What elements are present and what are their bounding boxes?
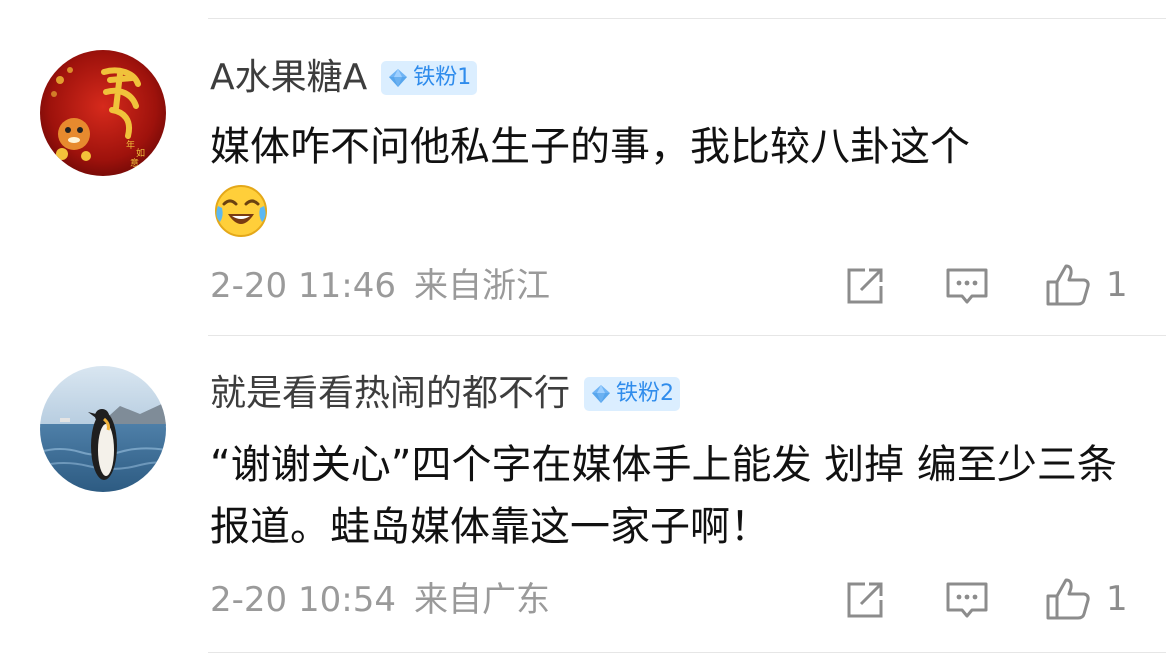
- avatar-new-year-image: 年 如 意: [40, 50, 166, 176]
- like-count: 1: [1106, 265, 1128, 305]
- comment-location: 来自浙江: [413, 266, 550, 306]
- avatar[interactable]: [40, 366, 166, 492]
- badge-label: 铁粉2: [616, 381, 675, 406]
- username[interactable]: A水果糖A: [210, 56, 367, 100]
- badge-label: 铁粉1: [413, 65, 472, 90]
- comment-icon: [946, 268, 988, 304]
- diamond-icon: [592, 385, 611, 403]
- fan-badge[interactable]: 铁粉2: [584, 377, 681, 411]
- laugh-cry-emoji: [212, 182, 270, 244]
- svg-text:如: 如: [136, 147, 145, 159]
- reply-button[interactable]: [944, 264, 990, 308]
- avatar-penguin-image: [40, 366, 166, 492]
- comment-body: “谢谢关心”四个字在媒体手上能发 划掉 编至少三条报道。蛙岛媒体靠这一家子啊！: [210, 442, 1117, 550]
- like-button[interactable]: 1: [1044, 262, 1128, 308]
- comment-time: 2-20 11:46: [210, 266, 396, 306]
- username-row: 就是看看热闹的都不行 铁粉2: [210, 372, 681, 416]
- comment-meta: 2-20 11:46 来自浙江: [210, 266, 550, 306]
- comment-text: “谢谢关心”四个字在媒体手上能发 划掉 编至少三条报道。蛙岛媒体靠这一家子啊！: [210, 434, 1140, 558]
- bottom-divider: [208, 652, 1166, 653]
- comment-location: 来自广东: [413, 580, 550, 620]
- username[interactable]: 就是看看热闹的都不行: [210, 372, 570, 416]
- diamond-icon: [389, 69, 408, 87]
- comment-icon: [946, 582, 988, 618]
- laugh-cry-icon: [215, 185, 267, 237]
- like-button[interactable]: 1: [1044, 576, 1128, 622]
- username-row: A水果糖A 铁粉1: [210, 56, 478, 100]
- thumbs-up-icon: [1046, 578, 1090, 620]
- svg-text:意: 意: [130, 157, 139, 169]
- svg-text:年: 年: [126, 139, 135, 151]
- reply-button[interactable]: [944, 578, 990, 622]
- share-button[interactable]: [843, 264, 887, 308]
- comment-text: 媒体咋不问他私生子的事，我比较八卦这个: [210, 116, 1140, 178]
- share-button[interactable]: [843, 578, 887, 622]
- comment-body: 媒体咋不问他私生子的事，我比较八卦这个: [210, 124, 970, 170]
- fan-badge[interactable]: 铁粉1: [381, 61, 478, 95]
- comment-meta: 2-20 10:54 来自广东: [210, 580, 550, 620]
- share-icon: [847, 268, 883, 304]
- top-divider: [208, 18, 1166, 19]
- like-count: 1: [1106, 579, 1128, 619]
- thumbs-up-icon: [1046, 264, 1090, 306]
- comment-list: 年 如 意 A水果糖A 铁粉1 媒体咋不问他私生子的事，我比较八卦这个 2-20…: [0, 0, 1166, 664]
- share-icon: [847, 582, 883, 618]
- comment-divider: [208, 335, 1166, 336]
- comment-time: 2-20 10:54: [210, 580, 396, 620]
- avatar[interactable]: 年 如 意: [40, 50, 166, 176]
